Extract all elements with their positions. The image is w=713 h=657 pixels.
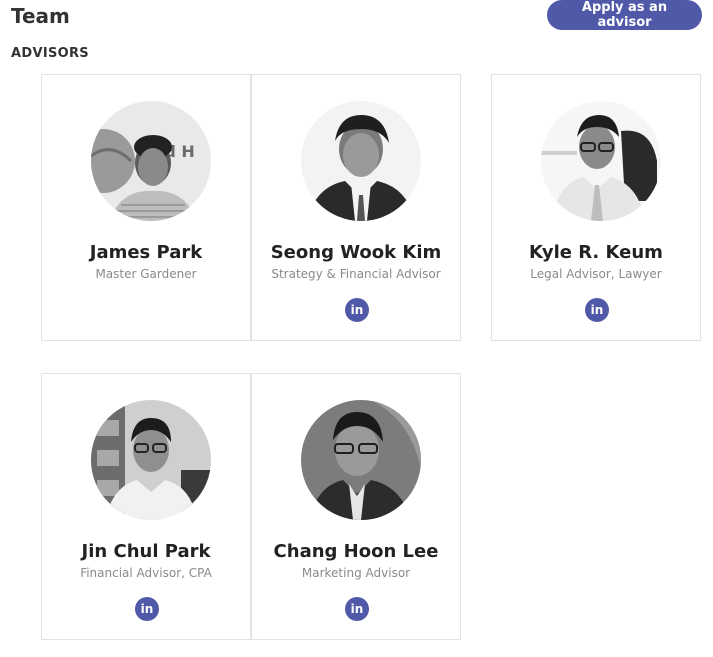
- advisor-card: Jin Chul Park Financial Advisor, CPA in: [41, 373, 251, 640]
- apply-as-advisor-button[interactable]: Apply as an advisor: [547, 0, 702, 30]
- linkedin-icon[interactable]: in: [345, 597, 369, 621]
- avatar: rld H: [91, 101, 211, 221]
- advisor-role: Marketing Advisor: [301, 566, 411, 580]
- advisor-name: James Park: [89, 242, 203, 263]
- advisor-card: Kyle R. Keum Legal Advisor, Lawyer in: [491, 74, 701, 341]
- advisor-card: rld H James Park Master Gardener: [41, 74, 251, 341]
- linkedin-icon[interactable]: in: [345, 298, 369, 322]
- advisor-role: Legal Advisor, Lawyer: [530, 267, 662, 281]
- avatar: [91, 400, 211, 520]
- avatar: [541, 101, 661, 221]
- advisor-name: Chang Hoon Lee: [273, 541, 439, 562]
- advisor-card: Chang Hoon Lee Marketing Advisor in: [251, 373, 461, 640]
- section-label-advisors: ADVISORS: [11, 46, 89, 61]
- advisor-name: Seong Wook Kim: [270, 242, 442, 263]
- advisor-role: Financial Advisor, CPA: [80, 566, 212, 580]
- avatar: [301, 400, 421, 520]
- advisor-role: Master Gardener: [95, 267, 197, 281]
- advisor-name: Kyle R. Keum: [529, 242, 663, 263]
- avatar: [301, 101, 421, 221]
- advisor-card: Seong Wook Kim Strategy & Financial Advi…: [251, 74, 461, 341]
- advisor-role: Strategy & Financial Advisor: [271, 267, 441, 281]
- linkedin-icon[interactable]: in: [585, 298, 609, 322]
- advisor-name: Jin Chul Park: [81, 541, 211, 562]
- linkedin-icon[interactable]: in: [135, 597, 159, 621]
- page-title: Team: [11, 4, 70, 28]
